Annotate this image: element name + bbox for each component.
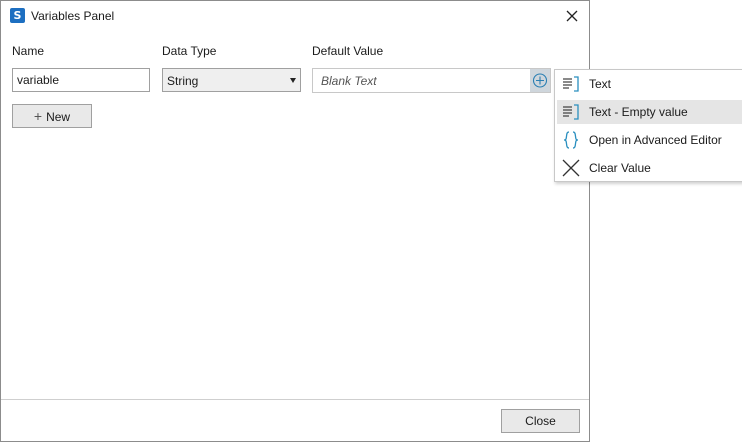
variables-panel-dialog: S Variables Panel Name Data Type Default… — [0, 0, 590, 442]
menu-item-label: Clear Value — [589, 161, 651, 175]
default-value-options-button[interactable] — [530, 69, 550, 92]
menu-item-text[interactable]: Text — [557, 72, 742, 96]
data-type-label: Data Type — [162, 44, 217, 58]
menu-item-advanced-editor[interactable]: Open in Advanced Editor — [557, 128, 742, 152]
window-title: Variables Panel — [31, 9, 115, 23]
menu-item-text-empty[interactable]: Text - Empty value — [557, 100, 742, 124]
data-type-select[interactable]: String — [162, 68, 301, 92]
braces-icon — [563, 131, 579, 149]
name-label: Name — [12, 44, 45, 58]
text-lines-icon — [563, 104, 579, 120]
menu-item-clear-value[interactable]: Clear Value — [557, 156, 742, 180]
close-icon — [566, 10, 578, 22]
default-value-field[interactable]: Blank Text — [312, 68, 551, 93]
name-field[interactable]: variable — [12, 68, 150, 92]
window-close-button[interactable] — [562, 6, 582, 26]
menu-item-label: Text - Empty value — [589, 105, 688, 119]
new-variable-button[interactable]: + New — [12, 104, 92, 128]
default-value-placeholder: Blank Text — [321, 74, 377, 88]
new-button-label: New — [46, 110, 71, 124]
data-type-value: String — [167, 74, 199, 88]
plus-circle-icon — [532, 73, 548, 88]
menu-item-label: Open in Advanced Editor — [589, 133, 722, 147]
footer-divider — [1, 399, 589, 400]
plus-icon: + — [33, 108, 43, 124]
dropdown-arrow-icon — [290, 78, 296, 83]
default-value-context-menu: Text Text - Empty value Open in Advanced… — [554, 69, 742, 182]
close-button[interactable]: Close — [501, 409, 580, 433]
close-icon — [562, 159, 580, 177]
app-logo-icon: S — [10, 8, 25, 23]
default-value-label: Default Value — [312, 44, 384, 58]
title-bar: S Variables Panel — [1, 1, 589, 32]
text-lines-icon — [563, 76, 579, 92]
menu-item-label: Text — [589, 77, 612, 91]
